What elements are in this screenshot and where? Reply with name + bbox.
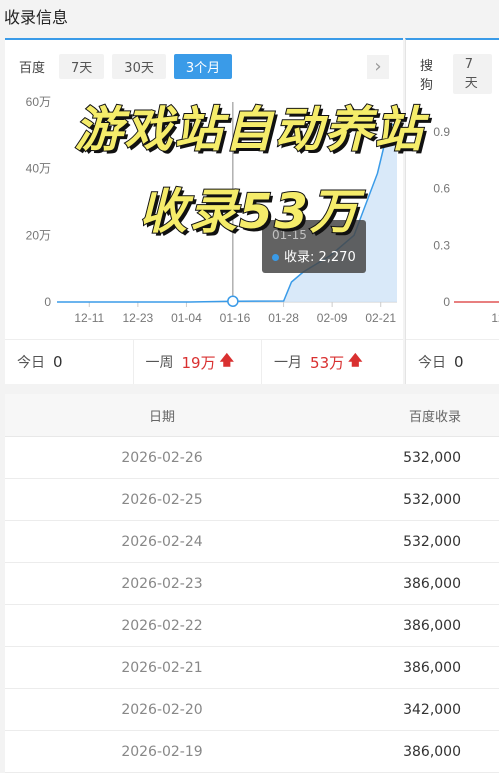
cell-baidu: 532,000 [403, 533, 461, 550]
stat-month-label: 一月 [274, 355, 303, 371]
y-tick-label: 0 [44, 295, 51, 309]
stat-today-value: 0 [53, 353, 63, 371]
x-tick-label: 01-28 [268, 311, 299, 325]
cell-baidu: 386,000 [403, 659, 461, 676]
chevron-right-icon[interactable]: › [367, 55, 389, 79]
header-date: 日期 [148, 409, 175, 425]
tab-3months[interactable]: 3个月 [173, 54, 233, 79]
cell-date: 2026-02-24 [121, 533, 203, 550]
table-row: 2026-02-21 386,000 [5, 647, 499, 689]
stat-month-value: 53万 [310, 353, 345, 372]
index-table: 日期 百度收录 2026-02-26 532,000 2026-02-25 532,0… [5, 394, 499, 773]
stat-today: 今日 0 [5, 340, 133, 384]
table-row: 2026-02-23 386,000 [5, 563, 499, 605]
page-title: 收录信息 [4, 8, 69, 27]
x-tick-label: 01-04 [171, 311, 202, 325]
stat-today-sogou: 今日 0 [406, 340, 464, 384]
hover-point [227, 295, 239, 307]
tab-7days-sogou[interactable]: 7天 [452, 54, 492, 94]
cell-baidu: 532,000 [403, 491, 461, 508]
x-tick-label: 12 [491, 311, 499, 325]
baidu-tabs: 百度 7天 30天 3个月 [19, 54, 240, 79]
up-arrow-icon: 🡅 [219, 353, 235, 369]
tooltip-value: 收录: 2,270 [272, 246, 356, 265]
cell-baidu: 532,000 [403, 449, 461, 466]
table-row: 2026-02-20 342,000 [5, 689, 499, 731]
overlay-subtitle: 收录53万 [138, 183, 360, 241]
stat-week-value: 19万 [181, 353, 216, 372]
cell-date: 2026-02-19 [121, 743, 203, 760]
cell-date: 2026-02-20 [121, 701, 203, 718]
table-header: 日期 百度收录 [5, 394, 499, 437]
table-body: 2026-02-26 532,000 2026-02-25 532,000 2026-0… [5, 437, 499, 773]
cell-baidu: 386,000 [403, 743, 461, 760]
baidu-stats: 今日 0 一周 19万 🡅 一月 53万 🡅 [5, 339, 403, 384]
engine-label-baidu: 百度 [19, 61, 46, 76]
table-row: 2026-02-26 532,000 [5, 437, 499, 479]
stat-week-label: 一周 [145, 355, 174, 371]
cell-baidu: 342,000 [403, 701, 461, 718]
x-tick-label: 12-11 [74, 311, 104, 325]
cell-date: 2026-02-23 [121, 575, 203, 592]
stat-month: 一月 53万 🡅 [261, 340, 403, 384]
x-tick-label: 12-23 [123, 311, 154, 325]
tooltip-value-text: 收录: 2,270 [284, 250, 356, 265]
x-tick-label: 01-16 [220, 311, 251, 325]
cell-date: 2026-02-26 [121, 449, 203, 466]
engine-label-sogou: 搜狗 [420, 59, 434, 93]
header-baidu: 百度收录 [408, 409, 461, 425]
cell-date: 2026-02-22 [121, 617, 203, 634]
y-tick-label: 0 [443, 295, 450, 309]
tab-30days[interactable]: 30天 [112, 54, 166, 79]
stat-today-value-sogou: 0 [454, 353, 464, 371]
sogou-stats: 今日 0 [406, 339, 499, 384]
sogou-tabs: 搜狗 7天 [420, 54, 499, 94]
up-arrow-icon: 🡅 [348, 353, 363, 369]
cell-date: 2026-02-25 [121, 491, 203, 508]
stat-today-label: 今日 [17, 355, 45, 371]
cell-date: 2026-02-21 [121, 659, 203, 676]
tab-7days[interactable]: 7天 [59, 54, 105, 79]
stat-week: 一周 19万 🡅 [132, 340, 262, 384]
table-row: 2026-02-24 532,000 [5, 521, 499, 563]
x-tick-label: 02-21 [365, 311, 396, 325]
stat-today-label-sogou: 今日 [418, 355, 446, 371]
table-row: 2026-02-22 386,000 [5, 605, 499, 647]
x-tick-label: 02-09 [317, 311, 348, 325]
overlay-title: 游戏站自动养站 [73, 101, 425, 159]
cell-baidu: 386,000 [403, 617, 461, 634]
series-dot-icon [272, 254, 279, 261]
cell-baidu: 386,000 [403, 575, 461, 592]
table-row: 2026-02-25 532,000 [5, 479, 499, 521]
